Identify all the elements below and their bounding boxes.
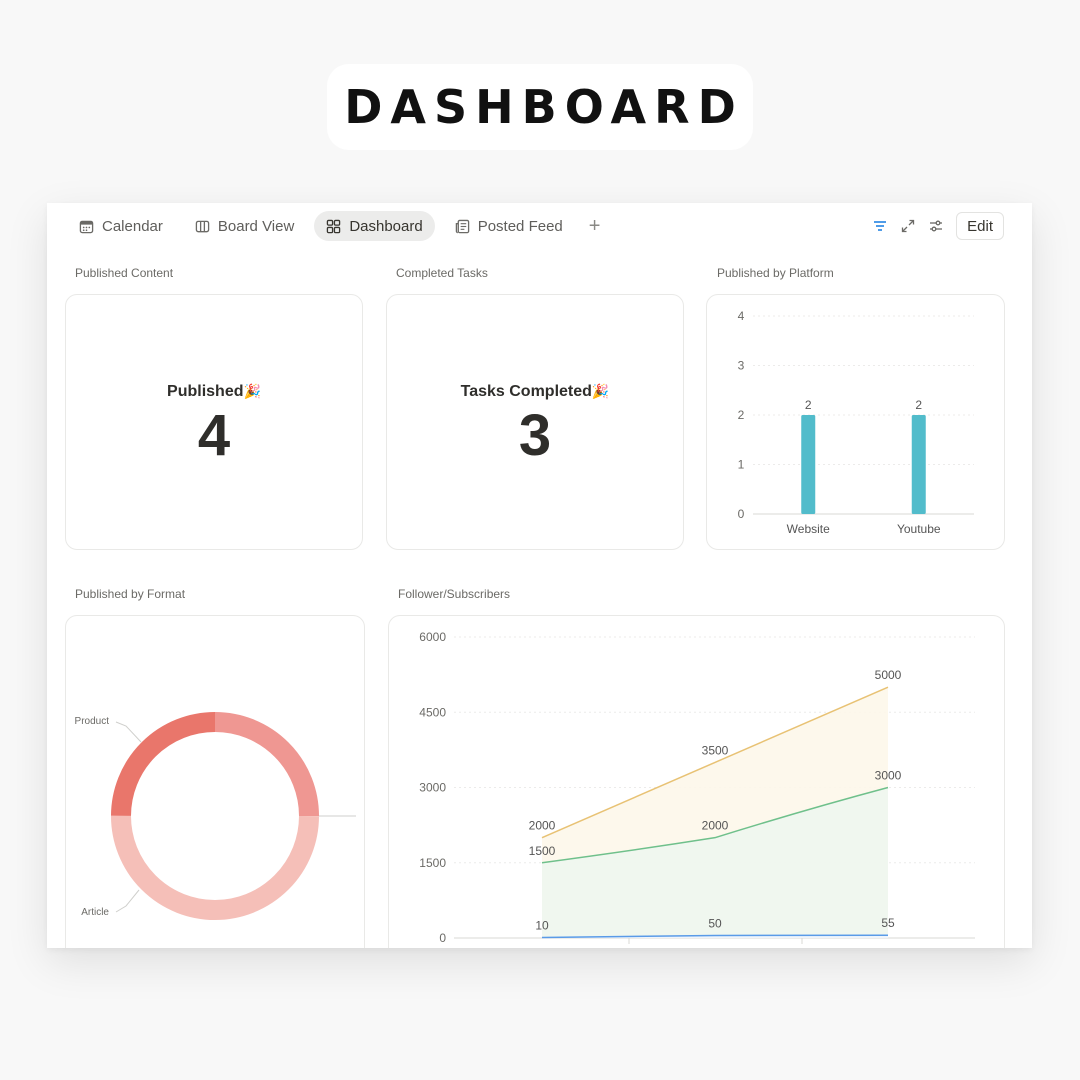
completed-tasks-label: Completed Tasks [396,266,488,280]
tab-board-view[interactable]: Board View [183,211,306,241]
page-title: DASHBOARD [344,80,744,134]
tab-label: Calendar [102,217,163,235]
slice-leader-line [115,721,142,743]
followers-area-chart: 0 1500 3000 4500 6000 2000 3500 5000 1500 2000 300… [419,630,975,945]
y-tick-label: 2 [738,408,745,422]
y-tick-label: 6000 [419,630,446,644]
slice-leader-line [115,889,140,913]
tab-label: Posted Feed [477,217,563,235]
x-tick-label: Website [787,522,830,536]
completed-tasks-card[interactable]: Tasks Completed🎉 3 [386,294,684,550]
tab-label: Dashboard [349,217,423,235]
format-chart-card[interactable]: Product Article [65,615,365,948]
platform-chart-card[interactable]: 0 1 2 3 4 2 Website 2 Youtube [706,294,1005,550]
tab-dashboard[interactable]: Dashboard [314,211,435,241]
slice-label: Article [81,907,109,918]
data-label: 55 [881,916,895,930]
x-tick-label: Youtube [897,522,941,536]
y-tick-label: 4 [738,309,745,323]
columns-icon [195,220,210,232]
bar-value-label: 2 [805,398,812,412]
published-count: 4 [197,403,231,468]
sliders-icon[interactable] [928,218,944,234]
party-popper-icon: 🎉 [243,383,261,399]
tab-calendar[interactable]: Calendar [67,211,175,241]
platform-bar-chart: 0 1 2 3 4 2 Website 2 Youtube [738,309,974,536]
tasks-completed-count: 3 [518,403,552,468]
y-tick-label: 1 [738,458,745,472]
data-label: 50 [708,916,722,930]
tab-posted-feed[interactable]: Posted Feed [443,211,575,241]
feed-icon [455,219,469,233]
filter-icon[interactable] [872,218,888,234]
data-label: 10 [535,918,549,932]
view-tabs: Calendar Board View Dashboard Posted Fee… [67,211,606,241]
format-donut-chart: Product Article [75,712,356,920]
tab-label: Board View [217,217,295,235]
data-label: 3000 [875,769,902,783]
calendar-icon [79,220,94,233]
edit-button[interactable]: Edit [956,212,1004,240]
published-by-format-label: Published by Format [75,587,186,601]
published-content-card[interactable]: Published🎉 4 [65,294,363,550]
y-tick-label: 4500 [419,705,446,719]
tasks-completed-title: Tasks Completed🎉 [461,383,610,401]
data-label: 5000 [875,668,902,682]
dashboard-window: Calendar Board View Dashboard Posted Fee… [47,203,1032,948]
bar [801,415,816,514]
followers-label: Follower/Subscribers [398,587,511,601]
y-tick-label: 0 [439,931,446,945]
published-title-text: Published [167,383,244,400]
published-by-platform-label: Published by Platform [717,266,834,280]
y-tick-label: 1500 [419,856,446,870]
data-label: 2000 [702,819,729,833]
grid-icon [327,219,341,233]
published-content-label: Published Content [75,266,174,280]
view-toolbar: Edit [872,212,1004,240]
followers-chart-card[interactable]: 0 1500 3000 4500 6000 2000 3500 5000 1500 2000 300… [388,615,1005,948]
plus-icon[interactable]: + [583,211,607,241]
tasks-completed-title-text: Tasks Completed [460,383,592,400]
y-tick-label: 0 [738,507,745,521]
page-title-banner: DASHBOARD [327,64,753,150]
bar-value-label: 2 [915,398,922,412]
bar [911,415,926,514]
data-label: 3500 [702,743,729,757]
data-label: 1500 [529,844,556,858]
expand-icon[interactable] [900,218,916,234]
y-tick-label: 3 [738,359,745,373]
slice-label: Product [75,716,110,727]
y-tick-label: 3000 [419,781,446,795]
data-label: 2000 [529,819,556,833]
published-title: Published🎉 [167,383,261,401]
party-popper-icon: 🎉 [591,383,610,399]
